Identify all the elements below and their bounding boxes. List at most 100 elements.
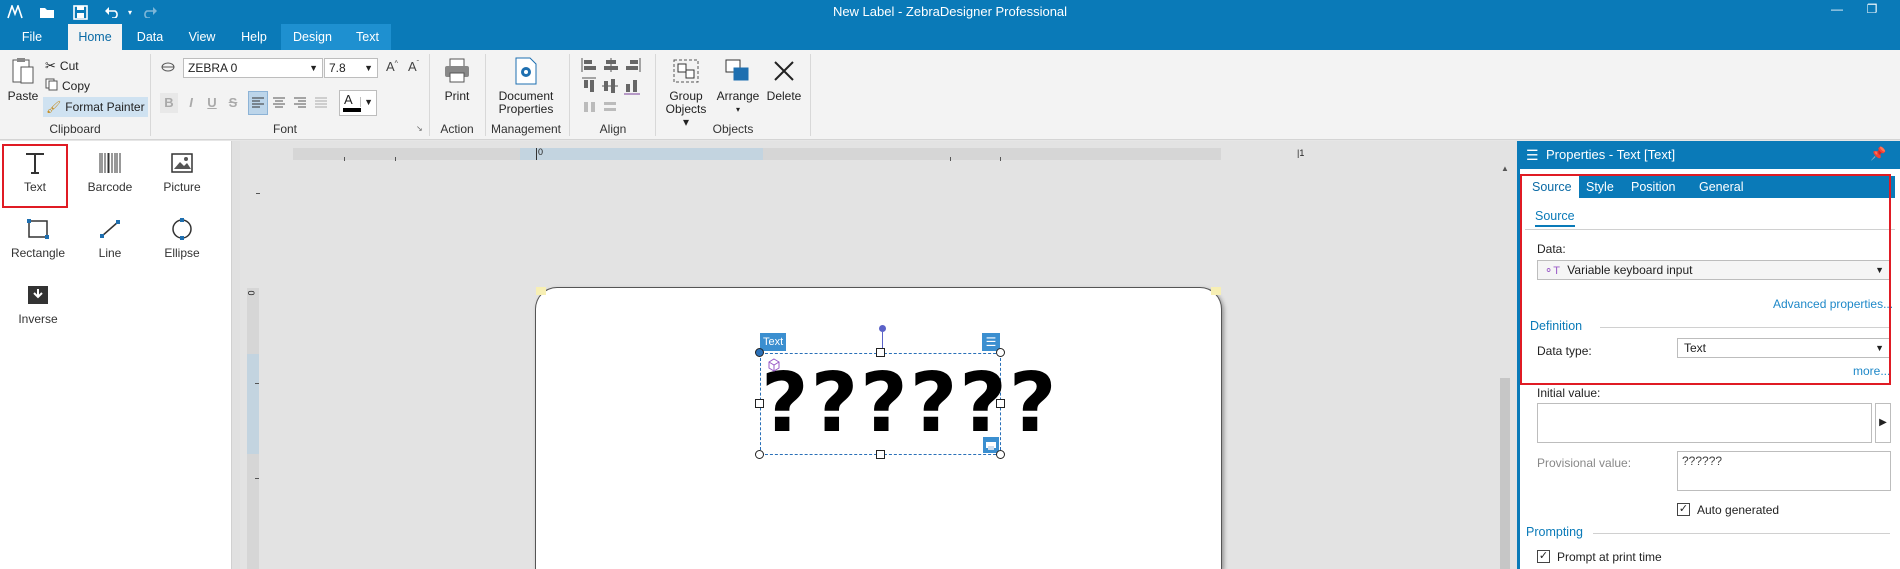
resize-handle[interactable] <box>996 348 1005 357</box>
resize-handle[interactable] <box>996 450 1005 459</box>
paste-button[interactable]: Paste <box>6 56 40 103</box>
window-title: New Label - ZebraDesigner Professional <box>832 4 1068 19</box>
font-color-letter: A <box>344 92 353 107</box>
tab-view[interactable]: View <box>178 24 226 50</box>
text-object[interactable]: ?????? <box>760 353 1056 455</box>
distribute-vertical-icon[interactable] <box>604 102 616 111</box>
resize-handle[interactable] <box>876 348 885 357</box>
panel-splitter[interactable] <box>232 141 240 569</box>
hamburger-menu-icon[interactable]: ☰ <box>1526 147 1539 164</box>
tab-text[interactable]: Text <box>344 24 391 50</box>
font-size-select[interactable]: 7.8 ▼ <box>324 58 378 78</box>
font-family-select[interactable]: ZEBRA 0 ▼ <box>183 58 323 78</box>
justify-icon <box>315 97 327 108</box>
resize-handle[interactable] <box>876 450 885 459</box>
initial-value-label: Initial value: <box>1537 386 1601 400</box>
group-objects-icon <box>662 56 710 86</box>
align-hcenter-object-icon[interactable] <box>604 58 618 72</box>
align-center-icon <box>273 97 285 108</box>
scissors-icon: ✂ <box>45 58 56 73</box>
font-group-label: Font <box>272 122 297 136</box>
cut-button[interactable]: ✂ Cut <box>45 57 79 75</box>
toolbox-ellipse-tool[interactable]: Ellipse <box>149 212 215 276</box>
toolbox-barcode-tool[interactable]: Barcode <box>77 146 143 210</box>
underline-button[interactable]: U <box>203 93 221 113</box>
divider <box>1593 533 1890 534</box>
document-properties-button[interactable]: Document Properties <box>490 56 562 116</box>
pin-icon[interactable]: 📌 <box>1870 146 1886 162</box>
bold-button[interactable]: B <box>160 93 178 113</box>
italic-button[interactable]: I <box>182 93 200 113</box>
provisional-value-input[interactable]: ?????? <box>1677 451 1891 491</box>
vertical-scrollbar[interactable] <box>1500 378 1510 569</box>
dialog-launcher-icon[interactable]: ↘ <box>416 124 423 133</box>
align-left-object-icon[interactable] <box>581 58 596 72</box>
resize-handle[interactable] <box>755 399 764 408</box>
ruler-tick <box>255 383 259 384</box>
printer-icon <box>437 56 477 86</box>
copy-icon <box>45 78 58 94</box>
strikethrough-button[interactable]: S <box>224 93 242 113</box>
toolbox-line-tool[interactable]: Line <box>77 212 143 276</box>
font-icon <box>160 61 176 76</box>
variable-cube-icon <box>767 358 781 375</box>
insert-special-button[interactable]: ▶ <box>1875 403 1891 443</box>
grow-font-icon[interactable]: A^ <box>386 59 398 74</box>
initial-value-input[interactable] <box>1537 403 1872 443</box>
resize-handle[interactable] <box>996 399 1005 408</box>
text-tool-icon <box>4 146 66 180</box>
format-painter-label: Format Painter <box>65 100 145 114</box>
restore-icon[interactable]: ❐ <box>1865 2 1879 16</box>
toolbox-picture-tool[interactable]: Picture <box>149 146 215 210</box>
ruler-tick <box>1000 157 1001 161</box>
tab-home[interactable]: Home <box>68 24 122 50</box>
align-bottom-object-icon[interactable] <box>624 80 640 95</box>
tab-file[interactable]: File <box>10 24 54 50</box>
justify-button[interactable] <box>312 92 330 117</box>
ribbon-tabs: File Home Data View Help Design Text <box>0 24 1900 50</box>
tab-design[interactable]: Design <box>281 24 344 50</box>
align-right-button[interactable] <box>291 92 309 117</box>
align-center-button[interactable] <box>270 92 288 117</box>
chevron-down-icon: ▾ <box>735 105 740 114</box>
arrange-button[interactable]: Arrange ▾ <box>714 56 762 116</box>
scroll-up-icon[interactable]: ▲ <box>1501 164 1509 173</box>
resize-handle[interactable] <box>755 348 764 357</box>
arrange-label: Arrange <box>716 89 760 103</box>
toolbox-rectangle-tool[interactable]: Rectangle <box>5 212 71 276</box>
group-objects-button[interactable]: Group Objects ▾ <box>662 56 710 129</box>
prompt-at-print-checkbox[interactable]: ✓ <box>1537 550 1550 563</box>
distribute-horizontal-icon[interactable] <box>584 102 595 112</box>
prompt-at-print-label: Prompt at print time <box>1557 550 1662 564</box>
print-button[interactable]: Print <box>437 56 477 103</box>
align-right-object-icon[interactable] <box>626 58 641 72</box>
cut-label: Cut <box>59 59 79 73</box>
align-left-icon <box>252 97 264 108</box>
align-tools <box>580 56 646 116</box>
shrink-font-icon[interactable]: Aˇ <box>408 59 419 74</box>
toolbox-line-label: Line <box>98 246 122 260</box>
minimize-icon[interactable]: — <box>1830 2 1844 16</box>
rectangle-icon <box>5 212 71 246</box>
align-left-button[interactable] <box>248 91 268 115</box>
auto-generated-checkbox[interactable]: ✓ <box>1677 503 1690 516</box>
toolbox-text-tool[interactable]: Text <box>2 144 68 208</box>
resize-handle[interactable] <box>755 450 764 459</box>
tab-data[interactable]: Data <box>128 24 172 50</box>
format-painter-button[interactable]: 🖌 Format Painter <box>43 97 148 117</box>
paste-icon <box>6 56 40 86</box>
line-icon <box>77 212 143 246</box>
delete-button[interactable]: Delete <box>764 56 804 103</box>
ruler-tick <box>255 478 259 479</box>
align-vcenter-object-icon[interactable] <box>602 79 618 93</box>
align-top-object-icon[interactable] <box>582 77 596 92</box>
horizontal-ruler: 0 <box>293 147 1221 160</box>
paintbrush-icon: 🖌 <box>46 100 62 114</box>
font-color-button[interactable]: A ▼ <box>339 90 377 116</box>
ribbon-separator <box>429 54 430 136</box>
copy-button[interactable]: Copy <box>45 77 90 95</box>
rotate-handle[interactable] <box>879 325 886 332</box>
toolbox-inverse-tool[interactable]: Inverse <box>5 278 71 342</box>
tab-help[interactable]: Help <box>232 24 276 50</box>
ruler-tick <box>395 157 396 161</box>
